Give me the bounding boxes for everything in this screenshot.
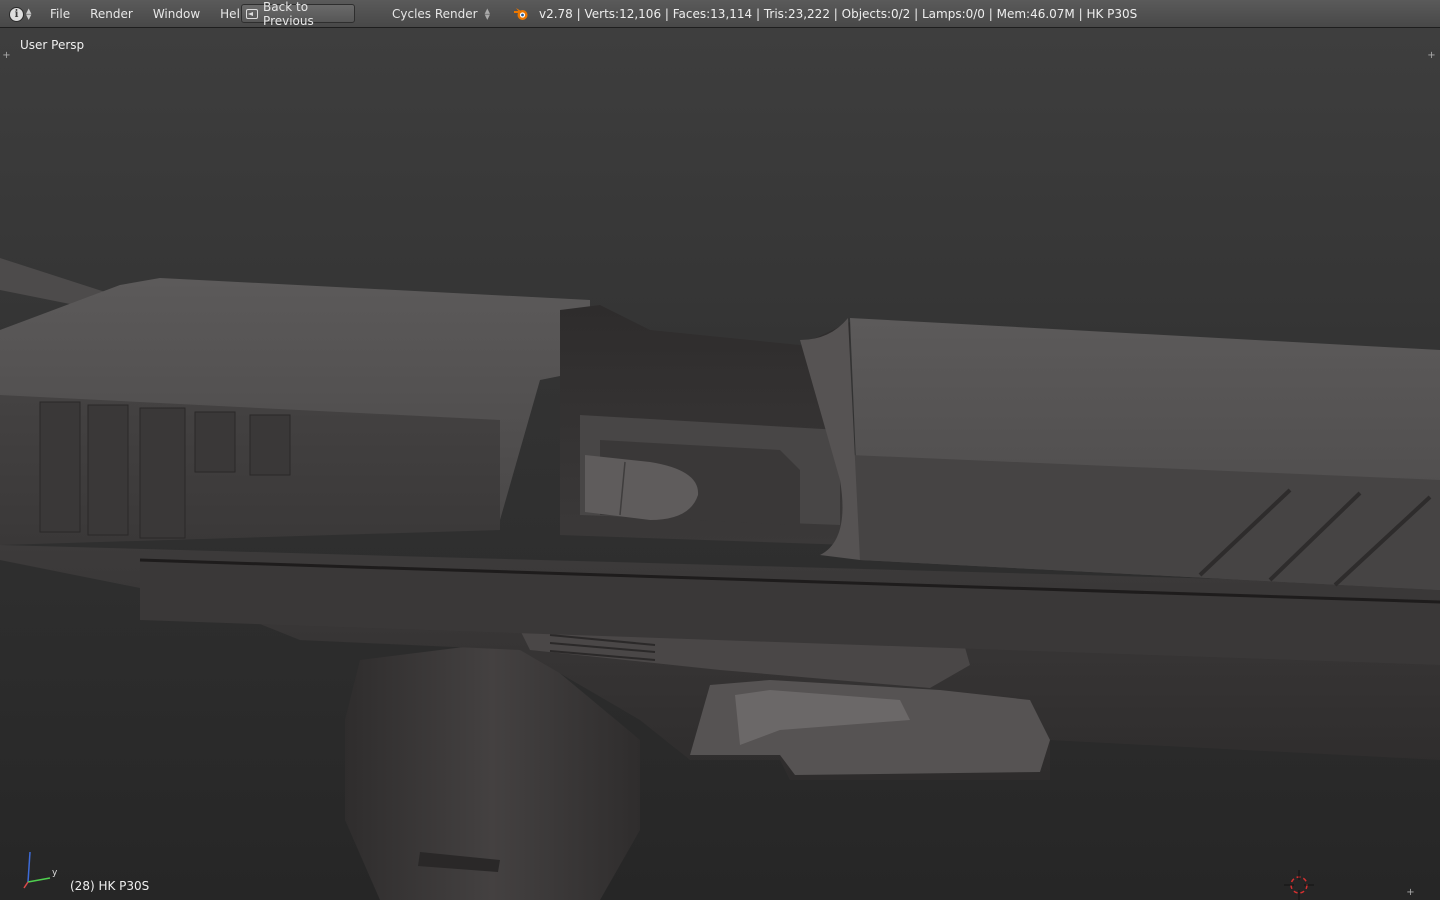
active-object-label: (28) HK P30S <box>70 879 150 893</box>
editor-type-selector[interactable]: i ▲ ▼ <box>9 5 37 23</box>
main-menu: File Render Window Help <box>40 0 258 28</box>
gizmo-y-label: y <box>52 868 58 878</box>
menu-file[interactable]: File <box>40 0 80 28</box>
render-engine-select[interactable]: Cycles Render ▲ ▼ <box>386 4 496 24</box>
updown-icon: ▲ ▼ <box>484 7 490 21</box>
axis-gizmo-icon: y <box>23 851 58 889</box>
menu-render[interactable]: Render <box>80 0 143 28</box>
region-expand-icon[interactable]: + <box>1427 51 1436 61</box>
render-engine-label: Cycles Render <box>392 7 478 21</box>
back-to-previous-button[interactable]: Back to Previous <box>241 0 355 28</box>
info-icon: i <box>9 6 24 22</box>
pistol-model <box>0 258 1440 900</box>
3d-cursor-icon[interactable] <box>1284 870 1314 900</box>
view-name-label: User Persp <box>20 38 85 52</box>
3d-viewport[interactable]: User Persp + + + y (28) HK P30S <box>0 28 1440 900</box>
region-expand-icon[interactable]: + <box>1406 888 1415 898</box>
back-to-previous-label: Back to Previous <box>263 0 314 28</box>
scene-statistics: v2.78 | Verts:12,106 | Faces:13,114 | Tr… <box>539 7 1138 21</box>
menu-window[interactable]: Window <box>143 0 210 28</box>
back-icon <box>246 8 259 19</box>
blender-logo-icon <box>514 8 528 20</box>
updown-icon: ▲ ▼ <box>26 7 32 21</box>
info-header: i ▲ ▼ File Render Window Help Back to Pre… <box>0 0 1440 28</box>
region-expand-icon[interactable]: + <box>2 51 11 61</box>
